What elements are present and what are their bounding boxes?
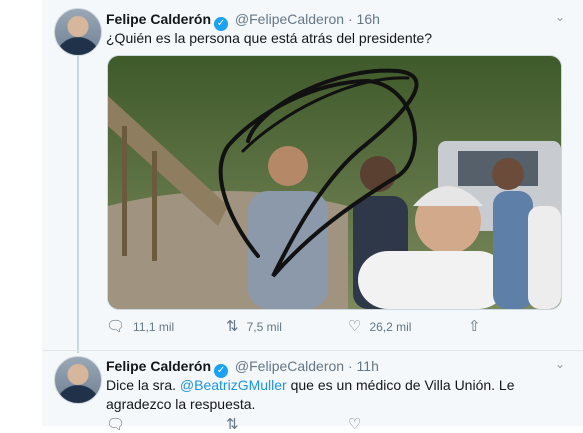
like-button[interactable]: ♡ 26,2 mil: [348, 319, 411, 335]
reply-button[interactable]: 🗨: [106, 417, 133, 433]
tweet-text: Dice la sra. @BeatrizGMuller que es un m…: [106, 376, 576, 414]
author-handle[interactable]: @FelipeCalderon: [235, 11, 344, 27]
tweet-header: Felipe Calderón ✓ @FelipeCalderon · 11h: [106, 357, 379, 378]
reply-button[interactable]: 🗨 11,1 mil: [106, 319, 174, 335]
separator: ·: [347, 11, 353, 27]
heart-icon: ♡: [348, 416, 362, 433]
reply-count: 11,1 mil: [133, 320, 175, 334]
retweet-button[interactable]: ⇅: [226, 417, 247, 433]
share-button[interactable]: ⇧: [468, 319, 481, 335]
avatar[interactable]: [54, 356, 102, 404]
retweet-button[interactable]: ⇅ 7,5 mil: [226, 319, 282, 335]
author-name[interactable]: Felipe Calderón: [106, 358, 211, 374]
tweet-text: ¿Quién es la persona que está atrás del …: [106, 30, 433, 46]
retweet-count: 7,5 mil: [246, 320, 282, 334]
timestamp[interactable]: 16h: [357, 11, 380, 27]
separator: ·: [347, 358, 353, 374]
reply-icon: 🗨: [106, 416, 126, 433]
retweet-icon: ⇅: [226, 318, 239, 335]
like-count: 26,2 mil: [369, 320, 412, 334]
author-handle[interactable]: @FelipeCalderon: [235, 358, 344, 374]
heart-icon: ♡: [348, 318, 362, 335]
tweet-text-part: Dice la sra.: [106, 377, 180, 393]
retweet-icon: ⇅: [226, 416, 239, 433]
avatar[interactable]: [54, 8, 102, 56]
reply-icon: 🗨: [106, 318, 126, 335]
tweet-header: Felipe Calderón ✓ @FelipeCalderon · 16h: [106, 10, 380, 31]
like-button[interactable]: ♡: [348, 417, 369, 433]
tweet[interactable]: Felipe Calderón ✓ @FelipeCalderon · 16h ⌄…: [42, 0, 583, 350]
share-icon: ⇧: [468, 318, 481, 335]
mention-link[interactable]: @BeatrizGMuller: [180, 377, 287, 393]
tweet[interactable]: Felipe Calderón ✓ @FelipeCalderon · 11h ⌄…: [42, 350, 583, 433]
chevron-down-icon[interactable]: ⌄: [555, 10, 565, 24]
page-margin: [0, 0, 42, 426]
timestamp[interactable]: 11h: [357, 358, 379, 374]
chevron-down-icon[interactable]: ⌄: [555, 357, 565, 371]
tweet-photo[interactable]: [107, 55, 562, 310]
author-name[interactable]: Felipe Calderón: [106, 11, 211, 27]
